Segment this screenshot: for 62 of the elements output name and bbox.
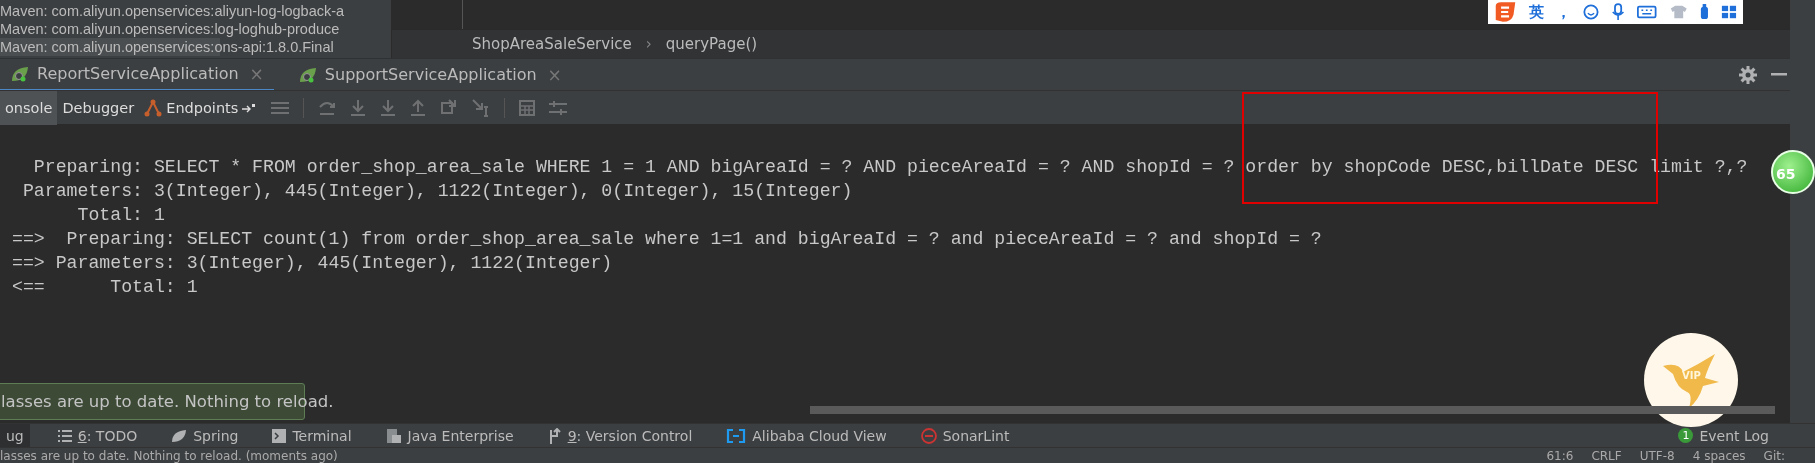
smiley-icon[interactable] xyxy=(1583,3,1599,21)
arrow-down-icon[interactable] xyxy=(350,98,367,117)
settings-icon[interactable] xyxy=(1739,65,1757,84)
branch-icon xyxy=(547,427,562,444)
tree-item[interactable]: Maven: com.aliyun.openservices:log-loghub-produce xyxy=(0,20,391,38)
language-mode-label[interactable]: 英 xyxy=(1529,2,1545,22)
arrow-down-icon[interactable] xyxy=(380,98,397,117)
cursor-arrow-icon[interactable] xyxy=(472,98,491,117)
tool-window-button[interactable]: Terminal xyxy=(266,423,358,448)
scrollbar-thumb[interactable] xyxy=(810,406,1775,414)
status-message: lasses are up to date. Nothing to reload. (moments ago) xyxy=(0,448,338,463)
tool-window-button[interactable]: 9: Version Control xyxy=(541,423,699,448)
tool-window-button[interactable]: Alibaba Cloud View xyxy=(720,423,893,448)
tool-window-button[interactable]: 6: TODO xyxy=(51,423,144,448)
shirt-icon[interactable] xyxy=(1668,4,1689,20)
breadcrumb-item[interactable]: ShopAreaSaleService xyxy=(472,35,632,53)
tree-item[interactable]: Maven: com.aliyun.openservices:aliyun-log-logback-a xyxy=(0,2,391,20)
breadcrumb-separator: › xyxy=(645,35,652,53)
logo-icon[interactable] xyxy=(1494,1,1518,23)
debug-tab[interactable]: onsole xyxy=(0,90,58,125)
arrow-up-icon[interactable] xyxy=(410,98,427,117)
debug-tab[interactable]: Endpoints xyxy=(139,90,262,125)
status-item[interactable]: UTF-8 xyxy=(1639,448,1675,463)
cloud-link-icon xyxy=(726,428,747,443)
debug-tab[interactable]: Debugger xyxy=(57,90,140,125)
status-item[interactable]: Git: xyxy=(1763,448,1785,463)
notification-text: lasses are up to date. Nothing to reload. xyxy=(1,392,334,411)
status-item[interactable]: 61:6 xyxy=(1546,448,1574,463)
console-line: Parameters: 3(Integer), 445(Integer), 1122(Integer), 0(Integer), 15(Integer) xyxy=(21,180,853,203)
status-item[interactable]: CRLF xyxy=(1591,448,1622,463)
tool-window-button[interactable]: Java Enterprise xyxy=(379,423,520,448)
console-line: <== Total: 1 xyxy=(12,276,198,299)
run-tab[interactable]: SupportServiceApplication × xyxy=(287,58,572,91)
status-item[interactable]: 4 spaces xyxy=(1692,448,1746,463)
tool-window-button[interactable]: Spring xyxy=(165,423,245,448)
pin-arrow-icon xyxy=(242,102,257,113)
sliders-icon[interactable] xyxy=(549,99,568,116)
drop-frame-icon[interactable] xyxy=(440,98,459,117)
console-line: ==> Preparing: SELECT count(1) from order_shop_area_sale where 1=1 and bigAreaId = ? and pieceAreaId = ? and shopId = ? xyxy=(12,228,1322,251)
leaf-icon xyxy=(10,64,30,83)
count-badge: 1 xyxy=(1678,428,1694,443)
calculator-icon[interactable] xyxy=(519,99,536,116)
document-icon xyxy=(385,427,402,444)
menu-icon[interactable] xyxy=(271,100,290,115)
microphone-icon[interactable] xyxy=(1611,2,1626,22)
grid-icon[interactable] xyxy=(1721,4,1737,20)
vip-label: VIP xyxy=(1682,370,1701,381)
tool-window-button[interactable]: ug xyxy=(0,423,30,448)
bottle-icon[interactable] xyxy=(1700,3,1710,21)
punctuation-mode-label[interactable]: ， xyxy=(1556,2,1572,22)
terminal-icon xyxy=(272,428,287,443)
console-line: ==> Parameters: 3(Integer), 445(Integer), 1122(Integer) xyxy=(12,252,613,275)
leaf-icon xyxy=(297,65,318,84)
breadcrumb-item[interactable]: queryPage() xyxy=(665,35,758,53)
minimize-icon[interactable] xyxy=(1771,72,1787,77)
leaf-icon xyxy=(171,428,188,443)
no-entry-icon xyxy=(920,427,937,444)
list-icon xyxy=(57,429,72,442)
keyboard-icon[interactable] xyxy=(1637,4,1657,20)
console-line: Total: 1 xyxy=(76,204,165,227)
tool-window-button[interactable]: SonarLint xyxy=(914,423,1016,448)
nodes-icon xyxy=(144,98,163,117)
